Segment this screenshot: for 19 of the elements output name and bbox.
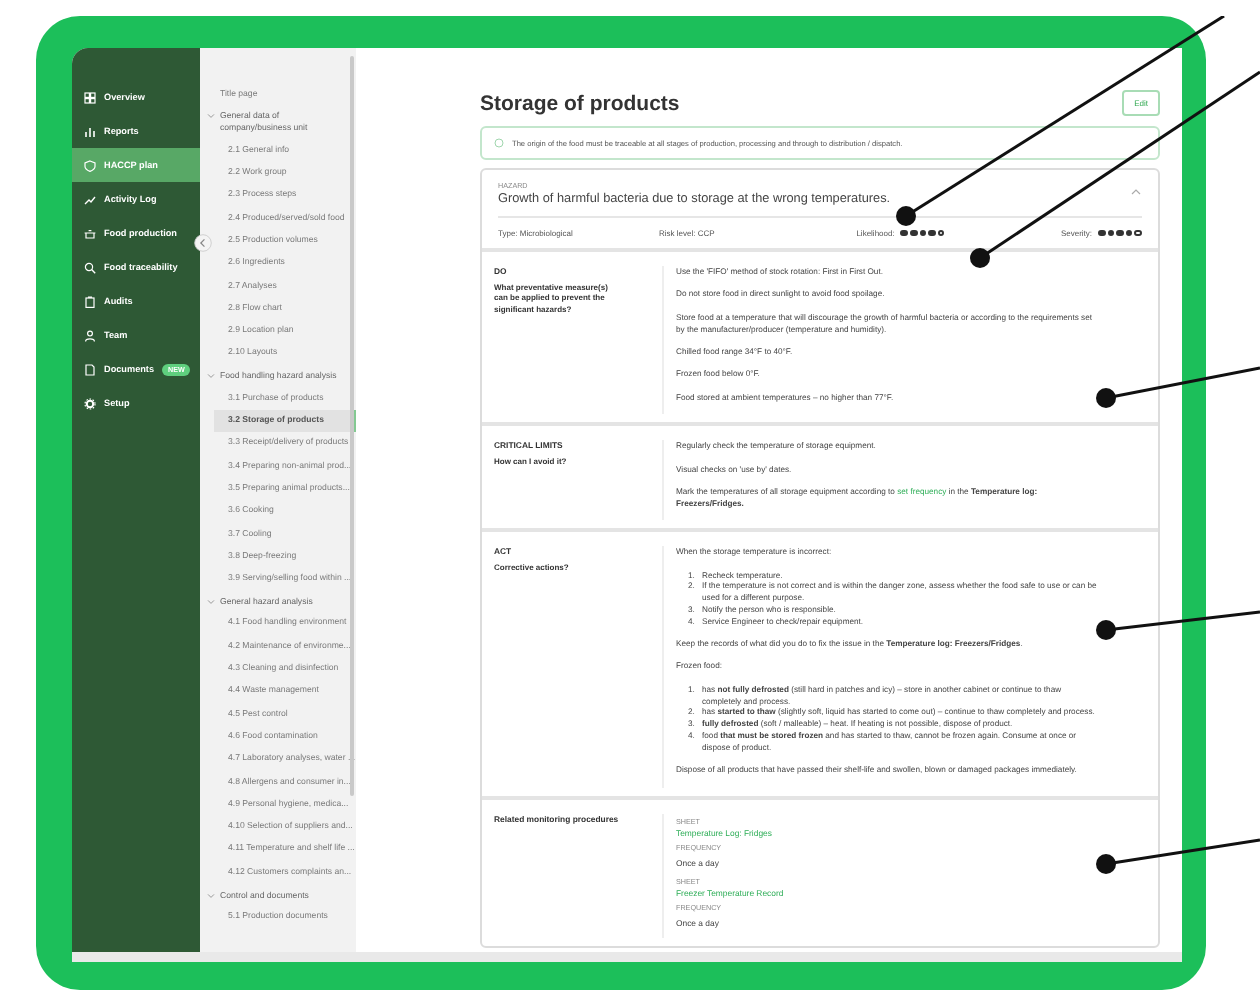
trend-icon: [84, 193, 96, 205]
pot-icon: [84, 227, 96, 239]
info-icon: [494, 138, 504, 148]
document-icon: [84, 363, 96, 375]
person-icon: [84, 329, 96, 341]
magnifier-icon: [84, 261, 96, 273]
chart-icon: [84, 125, 96, 137]
clipboard-icon: [84, 295, 96, 307]
gear-icon: [84, 397, 96, 409]
chevron-up-icon[interactable]: [1130, 188, 1142, 196]
shield-icon: [84, 159, 96, 171]
chevron-icon: [206, 372, 216, 381]
chevron-icon: [206, 597, 216, 606]
collapse-icon[interactable]: [194, 234, 212, 252]
chevron-icon: [206, 112, 216, 121]
chevron-icon: [206, 891, 216, 899]
grid-icon: [84, 91, 96, 103]
page-title: Storage of products: [480, 91, 680, 115]
scrollbar[interactable]: [350, 56, 354, 796]
